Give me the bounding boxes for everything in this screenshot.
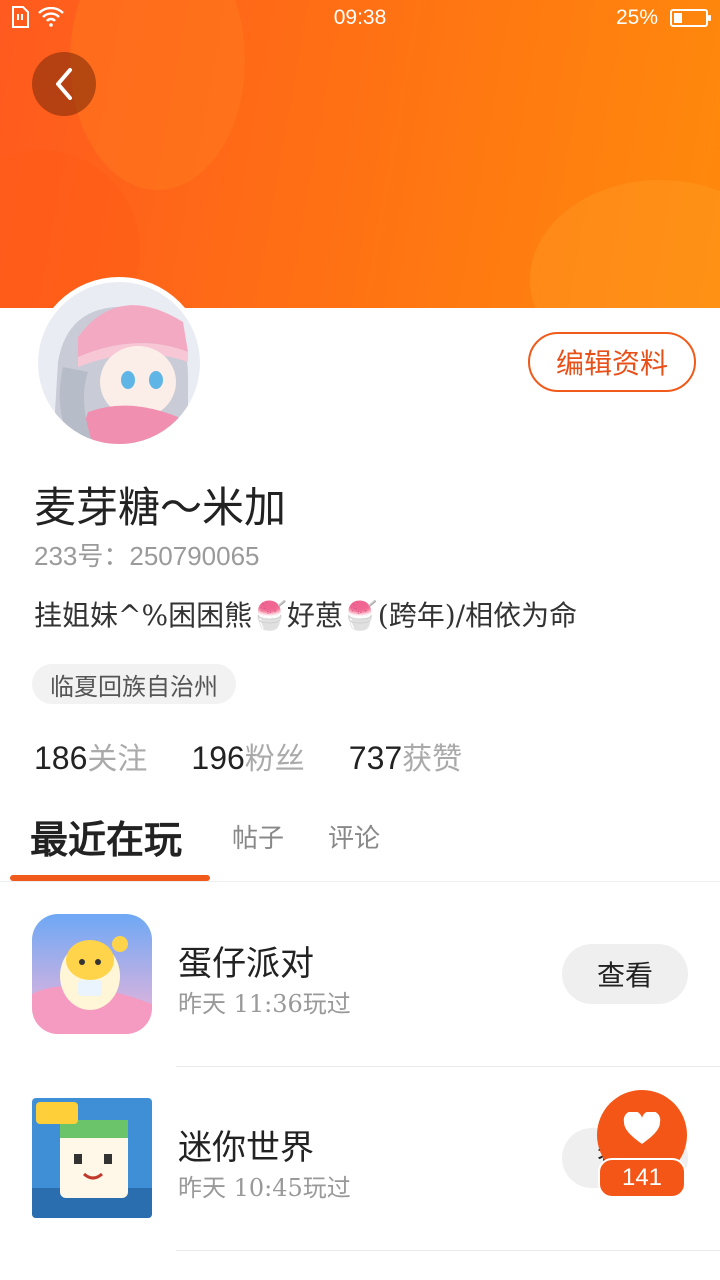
list-item[interactable]: 蛋仔派对 昨天 11:36玩过 查看	[0, 888, 720, 1072]
divider	[176, 1066, 720, 1067]
status-time: 09:38	[333, 6, 387, 29]
back-button[interactable]	[32, 52, 96, 116]
bio: 挂姐妹^%困困熊🍧好葸🍧(跨年)/相依为命	[34, 599, 578, 632]
header-banner	[0, 0, 720, 308]
nickname: 麦芽糖～米加	[34, 483, 287, 532]
chevron-left-icon	[56, 68, 72, 100]
game-last-played: 昨天 10:45玩过	[178, 1174, 351, 1202]
stat-likes[interactable]: 737 获赞	[349, 734, 462, 778]
avatar-image	[38, 282, 200, 444]
status-bar: 09:38 25%	[0, 0, 720, 36]
game-name: 迷你世界	[178, 1128, 314, 1168]
avatar[interactable]	[33, 277, 205, 449]
banner-decoration	[530, 180, 720, 308]
battery-percent: 25%	[615, 6, 658, 29]
stat-following[interactable]: 186 关注	[34, 734, 147, 778]
user-id: 233号：250790065	[34, 541, 260, 571]
tab-bar: 最近在玩 帖子 评论	[0, 800, 720, 882]
tab-comments[interactable]: 评论	[328, 800, 380, 872]
stat-number: 737	[348, 740, 403, 776]
game-last-played: 昨天 11:36玩过	[178, 990, 351, 1018]
stat-number: 186	[34, 740, 88, 776]
tab-recently-played[interactable]: 最近在玩	[30, 800, 182, 872]
game-name: 蛋仔派对	[178, 944, 314, 984]
heart-icon	[623, 1112, 661, 1144]
battery-icon	[670, 9, 711, 27]
game-icon-mini-world	[32, 1098, 152, 1218]
view-button[interactable]: 查看	[562, 944, 688, 1004]
edit-profile-button[interactable]: 编辑资料	[528, 332, 696, 392]
divider	[176, 1250, 720, 1251]
like-count: 141	[598, 1158, 686, 1198]
game-icon-eggy-party	[32, 914, 152, 1034]
stat-followers[interactable]: 196 粉丝	[191, 734, 304, 778]
stat-number: 196	[191, 740, 245, 776]
active-tab-indicator	[10, 875, 210, 881]
tab-posts[interactable]: 帖子	[232, 800, 284, 872]
stat-label: 粉丝	[244, 742, 305, 777]
location-tag: 临夏回族自治州	[32, 664, 236, 704]
stat-label: 关注	[87, 742, 148, 777]
stats-row: 186 关注 196 粉丝 737 获赞	[34, 734, 462, 778]
stat-label: 获赞	[402, 742, 463, 777]
